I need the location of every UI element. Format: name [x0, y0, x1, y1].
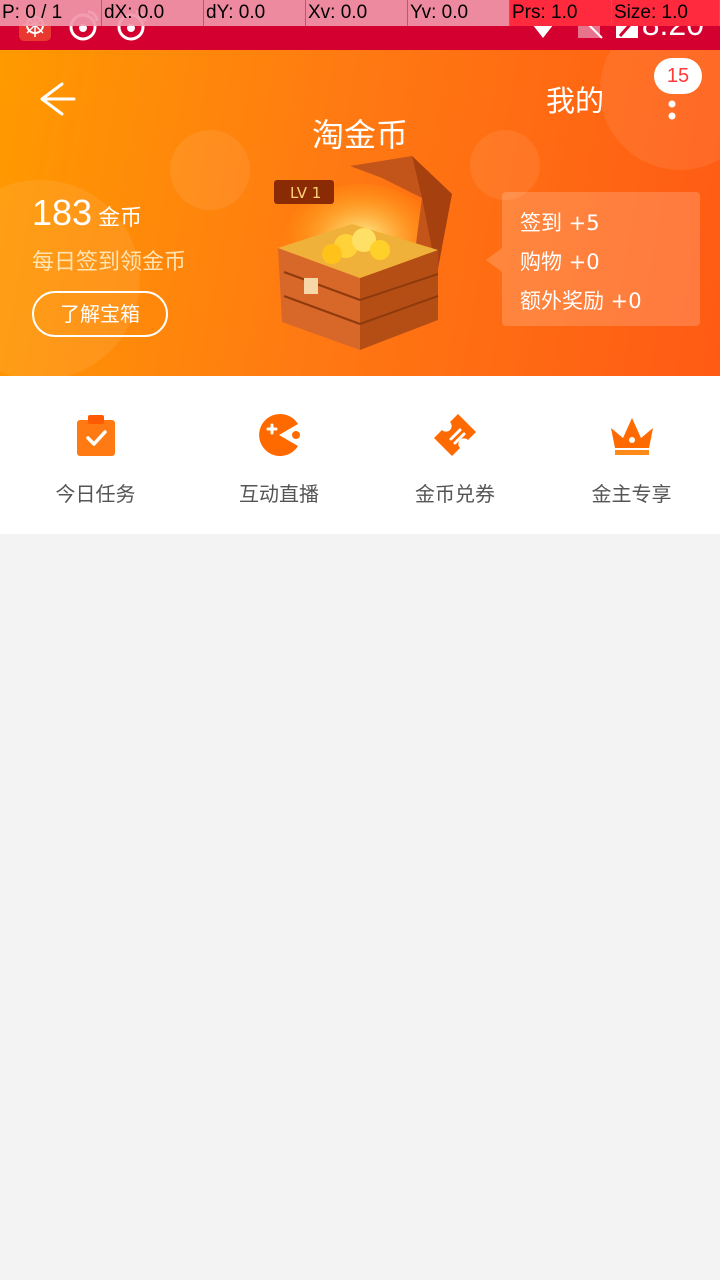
reward-shopping: 购物 +0: [520, 250, 600, 274]
coin-balance: 183 金币: [32, 192, 142, 234]
coin-count: 183: [32, 192, 93, 233]
chest-level-text: LV 1: [290, 184, 321, 202]
crown-icon: [610, 418, 653, 455]
debug-size: Size: 1.0: [612, 0, 720, 26]
coin-unit: 金币: [98, 206, 143, 231]
action-label: 金币兑券: [415, 482, 495, 506]
debug-pressure: Prs: 1.0: [510, 0, 612, 26]
quick-actions-bar: 今日任务 互动直播 金币兑券 金主专享: [0, 376, 720, 534]
debug-dx: dX: 0.0: [102, 0, 204, 26]
treasure-chest-image[interactable]: LV 1: [262, 154, 472, 350]
status-bar: 8:20 P: 0 / 1 dX: 0.0 dY: 0.0 Xv: 0.0 Yv…: [0, 0, 720, 50]
action-coin-coupons[interactable]: 金币兑券: [367, 376, 543, 534]
page-title: 淘金币: [311, 116, 408, 154]
action-daily-tasks[interactable]: 今日任务: [0, 376, 191, 534]
action-label: 互动直播: [239, 482, 319, 506]
action-interactive-live[interactable]: 互动直播: [191, 376, 367, 534]
action-vip-exclusive[interactable]: 金主专享: [543, 376, 720, 534]
clipboard-check-icon: [76, 415, 115, 456]
reward-extra: 额外奖励 +0: [520, 289, 642, 313]
debug-pointer: P: 0 / 1: [0, 0, 102, 26]
message-badge: 15: [654, 58, 702, 94]
action-label: 金主专享: [591, 482, 672, 506]
coin-header: 我的 15 淘金币 183 金币 每日签到领金币 了解宝箱 LV 1 签到 +5…: [0, 50, 720, 376]
ticket-icon: [434, 414, 476, 456]
pacman-live-icon: [259, 414, 300, 456]
debug-yv: Yv: 0.0: [408, 0, 510, 26]
reward-checkin: 签到 +5: [520, 211, 600, 235]
action-label: 今日任务: [55, 482, 136, 506]
learn-treasure-box-button[interactable]: 了解宝箱: [32, 291, 168, 337]
debug-dy: dY: 0.0: [204, 0, 306, 26]
reward-summary-card: 签到 +5 购物 +0 额外奖励 +0: [486, 192, 700, 326]
debug-xv: Xv: 0.0: [306, 0, 408, 26]
checkin-subtitle: 每日签到领金币: [32, 250, 187, 275]
pointer-debug-overlay: P: 0 / 1 dX: 0.0 dY: 0.0 Xv: 0.0 Yv: 0.0…: [0, 0, 720, 26]
